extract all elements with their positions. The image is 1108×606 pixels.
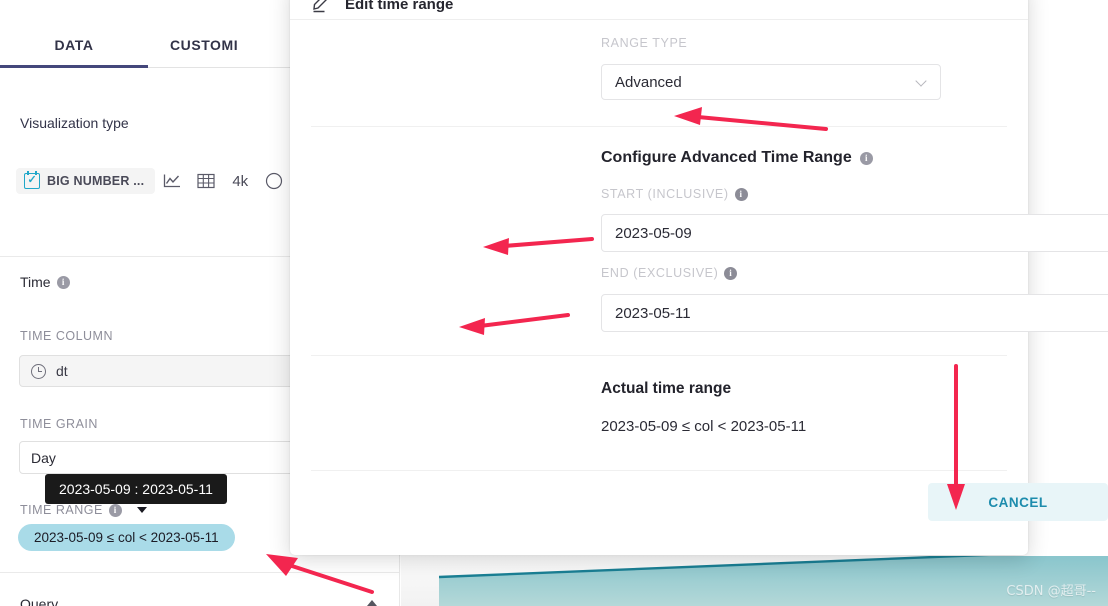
- time-range-chip[interactable]: 2023-05-09 ≤ col < 2023-05-11: [18, 524, 235, 551]
- range-type-select[interactable]: Advanced: [601, 64, 941, 100]
- info-icon-configure[interactable]: i: [859, 151, 873, 165]
- watermark: CSDN @超哥--: [1006, 584, 1096, 599]
- visualization-type-label: Visualization type: [20, 115, 129, 131]
- actual-time-range-heading: Actual time range: [601, 380, 732, 397]
- pencil-icon: [311, 0, 333, 13]
- active-tab-indicator: [0, 65, 148, 68]
- time-grain-label: TIME GRAIN: [20, 417, 98, 431]
- start-inclusive-label: START (INCLUSIVE) i: [601, 187, 748, 201]
- panel-divider-2: [0, 572, 399, 573]
- modal-header: Edit time range: [290, 0, 1028, 20]
- time-grain-label-text: TIME GRAIN: [20, 417, 98, 431]
- range-type-label-text: RANGE TYPE: [601, 36, 688, 50]
- tab-data[interactable]: DATA: [0, 22, 148, 68]
- start-date-input[interactable]: 2023-05-09: [601, 214, 1108, 252]
- range-type-label: RANGE TYPE: [601, 36, 687, 50]
- big-number-icon: ✓: [24, 171, 40, 189]
- cancel-button[interactable]: CANCEL: [928, 483, 1108, 521]
- app-root: DATA CUSTOMI Visualization type ✓ BIG NU…: [0, 0, 1108, 606]
- chevron-down-icon[interactable]: [136, 507, 147, 513]
- time-range-label-text: TIME RANGE: [20, 503, 103, 517]
- configure-heading-text: Configure Advanced Time Range: [601, 149, 852, 166]
- chevron-up-icon-query[interactable]: [367, 600, 377, 606]
- time-column-label: TIME COLUMN: [20, 329, 113, 343]
- time-column-label-text: TIME COLUMN: [20, 329, 113, 343]
- modal-divider-3: [311, 470, 1007, 471]
- info-icon-start[interactable]: i: [734, 187, 748, 201]
- table-icon[interactable]: [189, 168, 223, 194]
- time-section-label: Time: [20, 274, 51, 290]
- time-grain-value: Day: [31, 449, 56, 466]
- chart-preview-area: [401, 556, 1108, 606]
- viz-chip-label: BIG NUMBER ...: [47, 174, 145, 188]
- info-icon-time-range[interactable]: i: [108, 503, 122, 517]
- edit-time-range-modal: Edit time range RANGE TYPE Advanced Conf…: [290, 0, 1108, 555]
- end-exclusive-label-text: END (EXCLUSIVE): [601, 266, 719, 280]
- line-chart-icon[interactable]: [155, 168, 189, 194]
- viz-type-chip-big-number[interactable]: ✓ BIG NUMBER ...: [16, 168, 156, 194]
- end-date-value: 2023-05-11: [615, 304, 691, 322]
- time-range-tooltip: 2023-05-09 : 2023-05-11: [45, 474, 227, 504]
- pie-chart-icon[interactable]: [257, 168, 291, 194]
- chevron-down-icon-range-type: [916, 79, 927, 85]
- time-range-label: TIME RANGE i: [20, 503, 147, 517]
- clock-icon: [31, 363, 46, 379]
- info-icon-end[interactable]: i: [724, 266, 738, 280]
- end-date-input[interactable]: 2023-05-11: [601, 294, 1108, 332]
- configure-heading: Configure Advanced Time Range i: [601, 149, 873, 167]
- start-date-value: 2023-05-09: [615, 224, 692, 242]
- modal-title: Edit time range: [345, 0, 454, 13]
- time-column-value: dt: [56, 363, 68, 379]
- 4k-icon[interactable]: 4k: [223, 168, 257, 194]
- end-exclusive-label: END (EXCLUSIVE) i: [601, 266, 738, 280]
- query-section-label: Query: [20, 596, 59, 606]
- info-icon-time[interactable]: i: [56, 275, 70, 289]
- time-section-title: Time i: [20, 274, 70, 290]
- actual-time-range-value: 2023-05-09 ≤ col < 2023-05-11: [601, 418, 807, 435]
- modal-divider-2: [311, 355, 1007, 356]
- modal-divider-1: [311, 126, 1007, 127]
- start-inclusive-label-text: START (INCLUSIVE): [601, 187, 729, 201]
- range-type-value: Advanced: [615, 73, 682, 91]
- visualization-type-row: ✓ BIG NUMBER ... 4k: [16, 166, 291, 196]
